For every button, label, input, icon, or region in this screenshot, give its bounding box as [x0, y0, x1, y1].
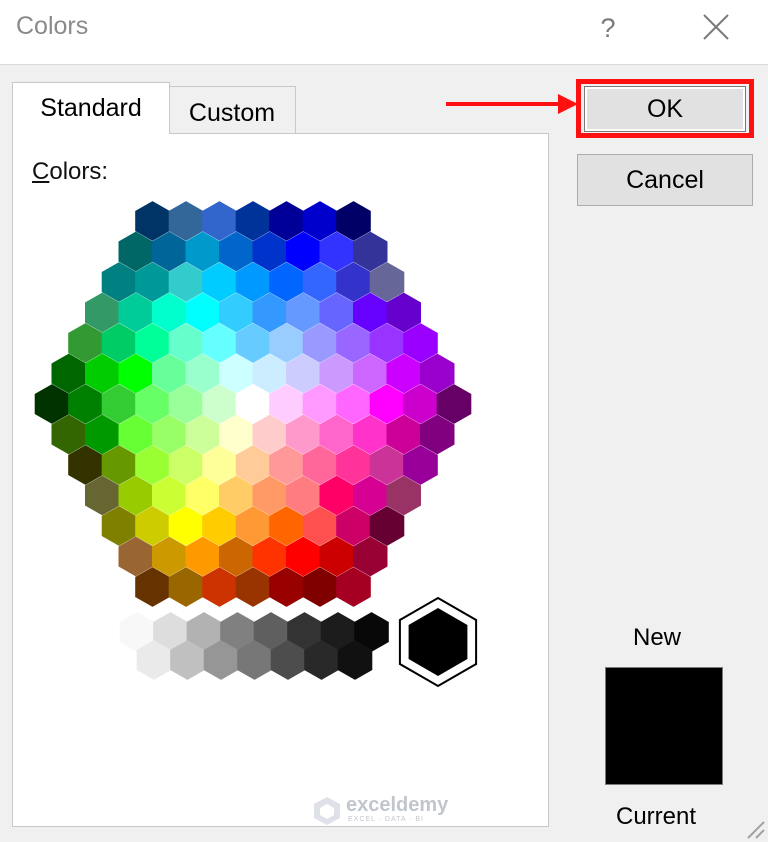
arrow-annotation-icon: [446, 94, 578, 114]
tab-standard[interactable]: Standard: [12, 82, 170, 134]
help-button[interactable]: ?: [588, 8, 628, 48]
dialog-title: Colors: [16, 12, 89, 40]
cancel-button[interactable]: Cancel: [577, 154, 753, 206]
ok-button[interactable]: OK: [584, 86, 746, 132]
colors-label: Colors:: [32, 158, 108, 186]
close-button[interactable]: [694, 8, 738, 48]
current-color-label: Current: [616, 803, 697, 830]
exceldemy-logo-icon: [314, 797, 340, 825]
watermark-tagline: EXCEL · DATA · BI: [348, 816, 424, 823]
colors-label-text: olors:: [49, 158, 109, 185]
resize-grip-icon[interactable]: [744, 818, 766, 840]
tab-custom[interactable]: Custom: [168, 86, 296, 134]
color-preview-swatch: [605, 667, 723, 785]
colors-label-accelerator: C: [32, 158, 50, 185]
new-color-label: New: [633, 624, 682, 651]
dialog-titlebar: Colors ?: [0, 0, 768, 65]
close-icon: [703, 14, 729, 40]
watermark-name: exceldemy: [346, 794, 449, 816]
